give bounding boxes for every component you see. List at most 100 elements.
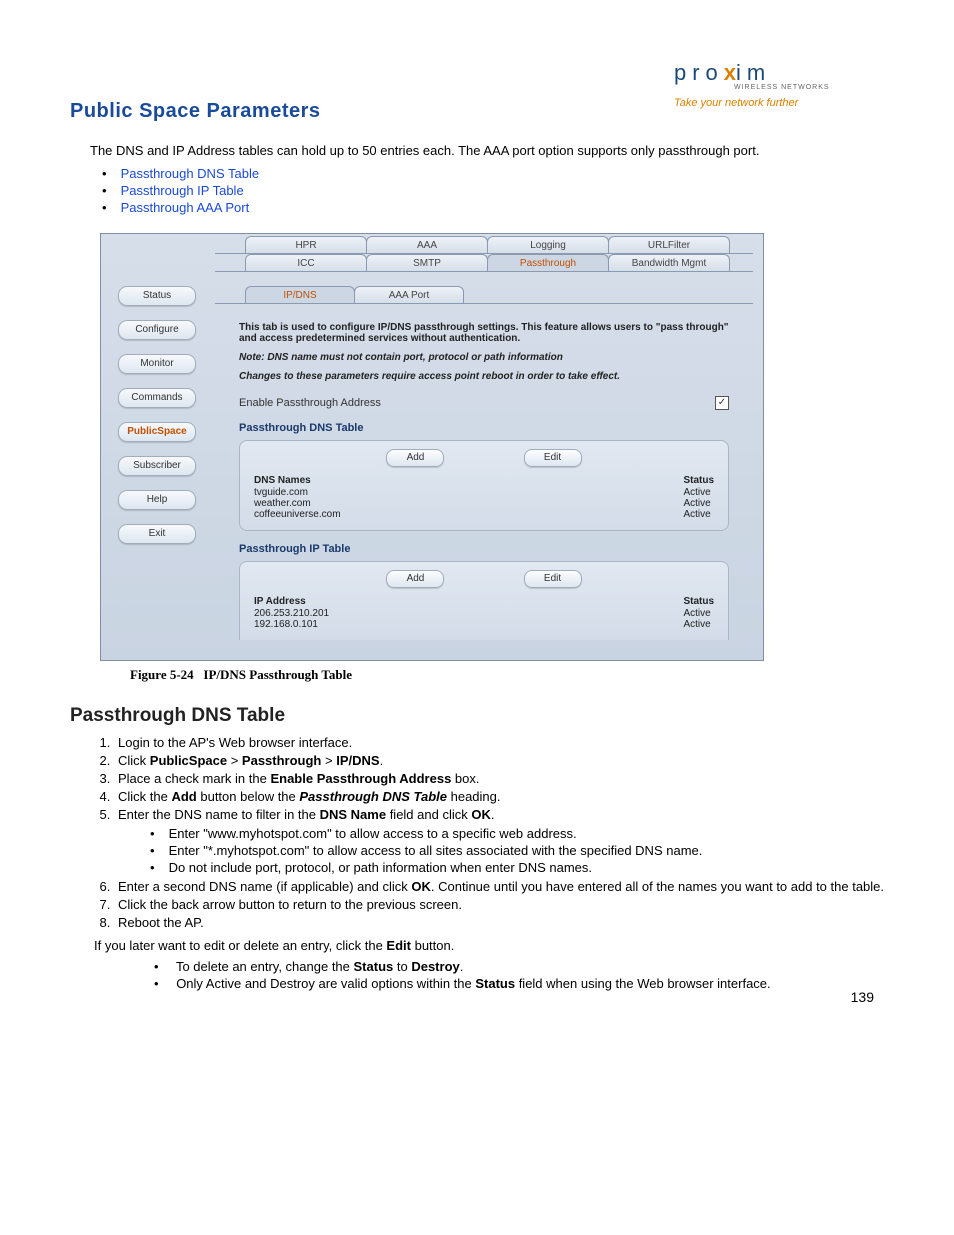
tab-smtp[interactable]: SMTP	[366, 254, 488, 271]
ip-col-header-addr: IP Address	[254, 596, 329, 607]
step-text: .	[491, 807, 495, 822]
logo-x: x	[724, 60, 736, 85]
step-bold: Add	[171, 789, 196, 804]
logo-text-post: im	[736, 60, 771, 85]
ip-row-status: Active	[683, 608, 714, 619]
sidebar-item-publicspace[interactable]: PublicSpace	[118, 422, 196, 442]
step-7: Click the back arrow button to return to…	[114, 897, 884, 912]
step-text: .	[380, 753, 384, 768]
step-bold: Passthrough	[242, 753, 321, 768]
tab-description: This tab is used to configure IP/DNS pas…	[239, 322, 729, 382]
top-tab-row-2: ICC SMTP Passthrough Bandwidth Mgmt	[215, 254, 753, 272]
page-number: 139	[851, 989, 874, 1005]
step-text: button below the	[197, 789, 300, 804]
dns-col-header-status: Status	[683, 475, 714, 486]
after-text-pre: If you later want to edit or delete an e…	[94, 938, 386, 953]
sub-text: Only Active and Destroy are valid option…	[176, 976, 475, 991]
dns-table-title: Passthrough DNS Table	[239, 422, 729, 434]
ip-add-button[interactable]: Add	[386, 570, 444, 588]
ip-row-status: Active	[683, 619, 714, 630]
tab-urlfilter[interactable]: URLFilter	[608, 236, 730, 253]
dns-row-name: tvguide.com	[254, 487, 341, 498]
after-text: If you later want to edit or delete an e…	[94, 938, 884, 953]
section-heading: Passthrough DNS Table	[70, 705, 884, 727]
sidebar-item-status[interactable]: Status	[118, 286, 196, 306]
step-text: box.	[451, 771, 479, 786]
ip-row-addr: 206.253.210.201	[254, 608, 329, 619]
step-bold-italic: Passthrough DNS Table	[299, 789, 447, 804]
step-text: field and click	[386, 807, 471, 822]
tab-bandwidth[interactable]: Bandwidth Mgmt	[608, 254, 730, 271]
step-3: Place a check mark in the Enable Passthr…	[114, 771, 884, 786]
link-passthrough-dns[interactable]: Passthrough DNS Table	[121, 166, 260, 181]
link-passthrough-ip[interactable]: Passthrough IP Table	[121, 183, 244, 198]
subtab-ipdns[interactable]: IP/DNS	[245, 286, 355, 303]
step-bold: OK	[471, 807, 491, 822]
sub-text: field when using the Web browser interfa…	[515, 976, 771, 991]
enable-passthrough-checkbox[interactable]: ✓	[715, 396, 729, 410]
dns-edit-button[interactable]: Edit	[524, 449, 582, 467]
sub-bold: Status	[354, 959, 394, 974]
step-text: Enter the DNS name to filter in the	[118, 807, 320, 822]
sidebar-item-configure[interactable]: Configure	[118, 320, 196, 340]
ip-table-title: Passthrough IP Table	[239, 543, 729, 555]
dns-add-button[interactable]: Add	[386, 449, 444, 467]
ip-col-header-status: Status	[683, 596, 714, 607]
subtab-aaaport[interactable]: AAA Port	[354, 286, 464, 303]
after-text-post: button.	[411, 938, 454, 953]
figure-text: IP/DNS Passthrough Table	[203, 667, 352, 682]
step-text: Enter a second DNS name (if applicable) …	[118, 879, 411, 894]
step-4: Click the Add button below the Passthrou…	[114, 789, 884, 804]
step-text: >	[321, 753, 336, 768]
link-passthrough-aaa[interactable]: Passthrough AAA Port	[121, 200, 250, 215]
tab-aaa[interactable]: AAA	[366, 236, 488, 253]
step-1: Login to the AP's Web browser interface.	[114, 735, 884, 750]
dns-row-status: Active	[683, 509, 714, 520]
step-2: Click PublicSpace > Passthrough > IP/DNS…	[114, 753, 884, 768]
brand-logo: proxim WIRELESS NETWORKS Take your netwo…	[674, 60, 874, 109]
sidebar-item-help[interactable]: Help	[118, 490, 196, 510]
step-bold: OK	[411, 879, 431, 894]
after-sub-1: To delete an entry, change the Status to…	[154, 959, 884, 974]
sidebar-item-subscriber[interactable]: Subscriber	[118, 456, 196, 476]
dns-table-panel: Add Edit DNS Names tvguide.com weather.c…	[239, 440, 729, 531]
sub-item: Do not include port, protocol, or path i…	[150, 860, 884, 875]
after-sublist: To delete an entry, change the Status to…	[154, 959, 884, 991]
dns-row-name: weather.com	[254, 498, 341, 509]
tab-passthrough[interactable]: Passthrough	[487, 254, 609, 271]
tab-hpr[interactable]: HPR	[245, 236, 367, 253]
figure-caption: Figure 5-24 IP/DNS Passthrough Table	[130, 667, 884, 683]
desc-note: Note: DNS name must not contain port, pr…	[239, 352, 563, 363]
step-text: Place a check mark in the	[118, 771, 270, 786]
step-bold: PublicSpace	[150, 753, 227, 768]
sidebar-item-monitor[interactable]: Monitor	[118, 354, 196, 374]
sub-text: .	[460, 959, 464, 974]
logo-subtitle-2: Take your network further	[674, 97, 874, 109]
desc-reboot: Changes to these parameters require acce…	[239, 371, 620, 382]
sub-tab-row: IP/DNS AAA Port	[215, 272, 753, 304]
screenshot-figure: Status Configure Monitor Commands Public…	[100, 233, 764, 661]
logo-text-pre: pro	[674, 60, 724, 85]
content-area: HPR AAA Logging URLFilter ICC SMTP Passt…	[213, 234, 763, 660]
sub-text: To delete an entry, change the	[176, 959, 354, 974]
dns-row-status: Active	[683, 487, 714, 498]
logo-subtitle-1: WIRELESS NETWORKS	[734, 84, 874, 91]
desc-main: This tab is used to configure IP/DNS pas…	[239, 322, 729, 344]
sub-bold: Destroy	[411, 959, 459, 974]
sub-item: Enter "www.myhotspot.com" to allow acces…	[150, 826, 884, 841]
sidebar-item-commands[interactable]: Commands	[118, 388, 196, 408]
sidebar-item-exit[interactable]: Exit	[118, 524, 196, 544]
intro-text: The DNS and IP Address tables can hold u…	[90, 143, 884, 158]
after-sub-2: Only Active and Destroy are valid option…	[154, 976, 884, 991]
tab-logging[interactable]: Logging	[487, 236, 609, 253]
tab-icc[interactable]: ICC	[245, 254, 367, 271]
ip-table-panel: Add Edit IP Address 206.253.210.201 192.…	[239, 561, 729, 640]
step-bold: Enable Passthrough Address	[270, 771, 451, 786]
ip-edit-button[interactable]: Edit	[524, 570, 582, 588]
step-bold: IP/DNS	[336, 753, 379, 768]
step-5-sublist: Enter "www.myhotspot.com" to allow acces…	[150, 826, 884, 875]
step-bold: DNS Name	[320, 807, 386, 822]
step-text: >	[227, 753, 242, 768]
sub-bold: Status	[475, 976, 515, 991]
dns-col-header-names: DNS Names	[254, 475, 341, 486]
